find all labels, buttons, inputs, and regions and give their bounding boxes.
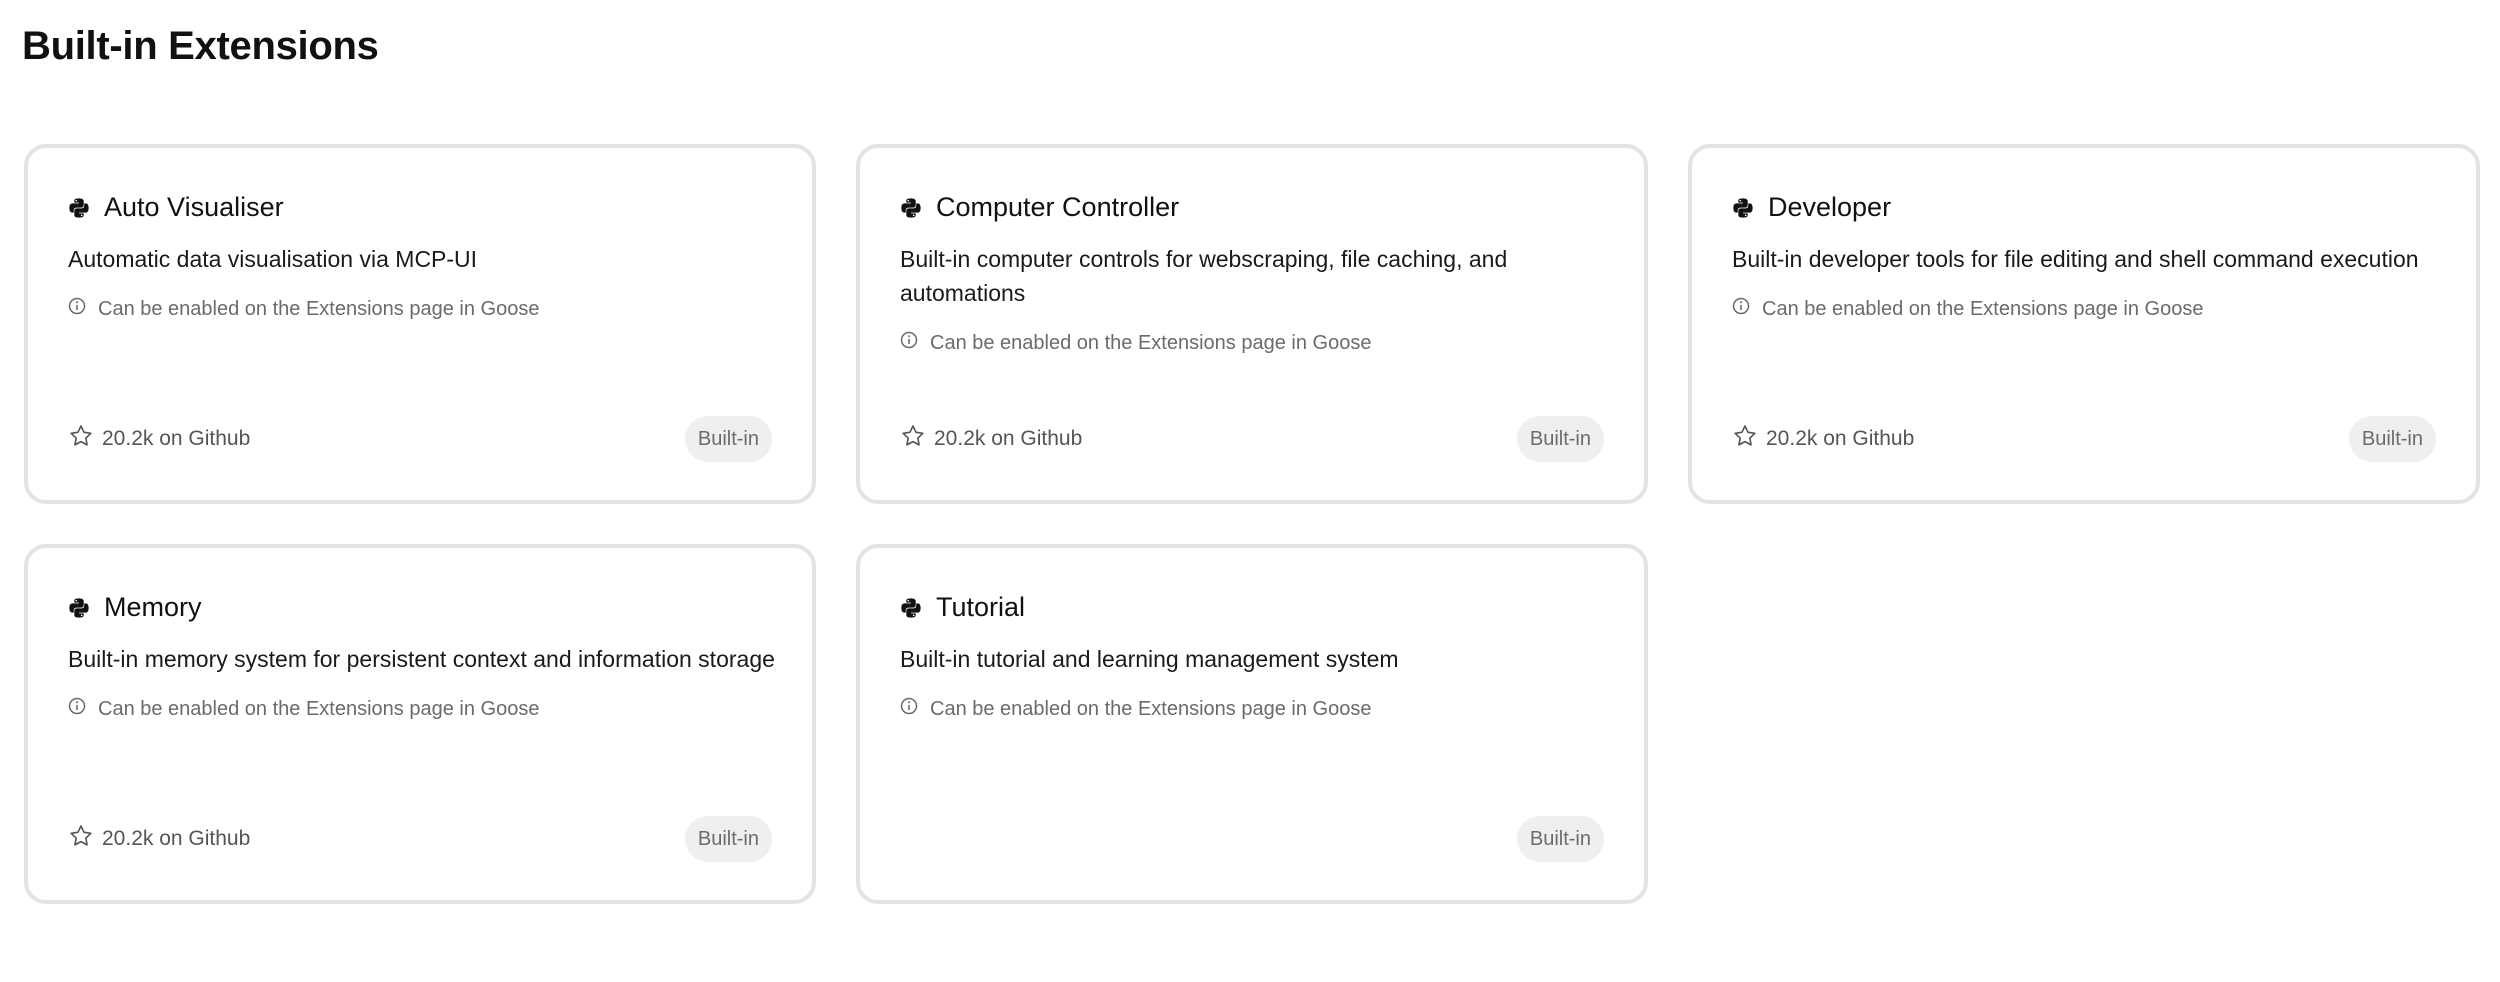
card-footer: 20.2k on Github Built-in [900,416,1604,462]
info-icon [68,692,86,726]
extension-card-computer-controller[interactable]: Computer Controller Built-in computer co… [856,144,1648,504]
built-in-badge: Built-in [2348,416,2436,462]
card-header: Computer Controller [900,192,1179,223]
enable-note-text: Can be enabled on the Extensions page in… [98,298,540,320]
star-icon [68,823,94,855]
card-footer: 20.2k on Github Built-in [68,816,772,862]
extension-description: Built-in developer tools for file editin… [1732,242,2446,326]
github-stars-link[interactable]: 20.2k on Github [900,423,1082,455]
built-in-badge: Built-in [1516,816,1604,862]
info-icon [1732,292,1750,326]
extension-name: Tutorial [936,592,1026,622]
card-footer: 20.2k on Github Built-in [1732,416,2436,462]
github-stars-text: 20.2k on Github [102,827,251,850]
extension-card-memory[interactable]: Memory Built-in memory system for persis… [24,544,816,904]
card-header: Auto Visualiser [68,192,284,223]
extension-description: Built-in tutorial and learning managemen… [900,642,1614,726]
enable-note: Can be enabled on the Extensions page in… [1732,292,2446,326]
built-in-badge: Built-in [1516,416,1604,462]
github-stars-text: 20.2k on Github [102,427,251,450]
extension-description: Built-in computer controls for webscrapi… [900,242,1614,360]
enable-note: Can be enabled on the Extensions page in… [900,692,1614,726]
star-icon [1732,423,1758,455]
github-stars-link[interactable]: 20.2k on Github [68,823,250,855]
card-header: Developer [1732,192,1891,223]
built-in-badge: Built-in [684,416,772,462]
card-footer: Built-in [900,816,1604,862]
extension-description: Automatic data visualisation via MCP-UI … [68,242,782,326]
enable-note-text: Can be enabled on the Extensions page in… [930,332,1372,354]
built-in-badge: Built-in [684,816,772,862]
python-icon [68,197,90,219]
extension-card-developer[interactable]: Developer Built-in developer tools for f… [1688,144,2480,504]
extension-description: Built-in memory system for persistent co… [68,642,782,726]
card-footer: 20.2k on Github Built-in [68,416,772,462]
info-icon [900,326,918,360]
extension-name: Auto Visualiser [104,192,284,222]
extension-name: Computer Controller [936,192,1180,222]
python-icon [900,197,922,219]
info-icon [68,292,86,326]
python-icon [1732,197,1754,219]
enable-note-text: Can be enabled on the Extensions page in… [1762,298,2204,320]
page-title: Built-in Extensions [22,24,379,68]
enable-note: Can be enabled on the Extensions page in… [68,692,782,726]
extensions-grid: Auto Visualiser Automatic data visualisa… [24,144,2480,904]
extension-card-tutorial[interactable]: Tutorial Built-in tutorial and learning … [856,544,1648,904]
description-text: Built-in memory system for persistent co… [68,646,775,672]
github-stars-link[interactable]: 20.2k on Github [1732,423,1914,455]
star-icon [68,423,94,455]
github-stars-text: 20.2k on Github [1766,427,1915,450]
extension-card-auto-visualiser[interactable]: Auto Visualiser Automatic data visualisa… [24,144,816,504]
description-text: Built-in tutorial and learning managemen… [900,646,1399,672]
description-text: Built-in developer tools for file editin… [1732,246,2419,272]
enable-note-text: Can be enabled on the Extensions page in… [930,698,1372,720]
extension-name: Memory [104,592,202,622]
python-icon [900,597,922,619]
description-text: Automatic data visualisation via MCP-UI [68,246,478,272]
extension-name: Developer [1768,192,1892,222]
python-icon [68,597,90,619]
description-text: Built-in computer controls for webscrapi… [900,246,1508,306]
enable-note-text: Can be enabled on the Extensions page in… [98,698,540,720]
enable-note: Can be enabled on the Extensions page in… [900,326,1614,360]
star-icon [900,423,926,455]
info-icon [900,692,918,726]
github-stars-text: 20.2k on Github [934,427,1083,450]
card-header: Memory [68,592,202,623]
enable-note: Can be enabled on the Extensions page in… [68,292,782,326]
card-header: Tutorial [900,592,1025,623]
github-stars-link[interactable]: 20.2k on Github [68,423,250,455]
